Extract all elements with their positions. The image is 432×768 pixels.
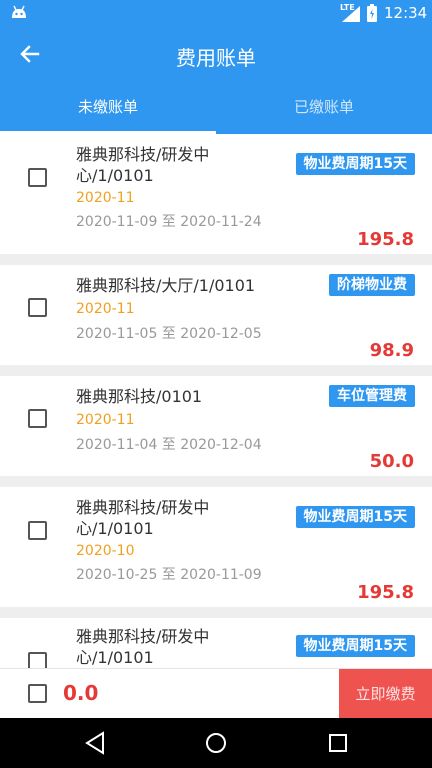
system-nav-bar	[0, 718, 432, 768]
bill-amount: 195.8	[357, 229, 414, 250]
bill-checkbox[interactable]	[28, 168, 47, 187]
total-amount: 0.0	[63, 681, 99, 705]
bill-location: 雅典那科技/研发中心/1/0101	[76, 145, 210, 185]
recents-square-icon[interactable]	[327, 731, 349, 755]
tab-paid[interactable]: 已缴账单	[216, 84, 432, 134]
bill-location: 雅典那科技/0101	[76, 387, 203, 406]
fee-type-badge: 物业费周期15天	[295, 506, 415, 528]
bill-date-range: 2020-10-25 至 2020-11-09	[76, 567, 262, 583]
bill-amount: 195.8	[357, 582, 414, 603]
bill-date-range: 2020-11-05 至 2020-12-05	[76, 326, 262, 342]
bill-period: 2020-11	[76, 190, 135, 206]
select-all-checkbox[interactable]	[28, 684, 47, 703]
bill-period: 2020-10	[76, 543, 135, 559]
signal-icon	[342, 6, 360, 22]
fee-type-badge: 阶梯物业费	[329, 274, 415, 296]
status-bar: LTE 12:34	[0, 0, 432, 26]
battery-icon	[367, 4, 377, 22]
bill-location: 雅典那科技/研发中心/1/0101	[76, 498, 210, 538]
bill-checkbox[interactable]	[28, 409, 47, 428]
back-triangle-icon[interactable]	[84, 731, 106, 755]
fee-type-badge: 物业费周期15天	[295, 635, 415, 657]
bill-date-range: 2020-11-09 至 2020-11-24	[76, 214, 262, 230]
bill-checkbox[interactable]	[28, 652, 47, 668]
app-bar: 费用账单	[0, 26, 432, 84]
bill-item[interactable]: 雅典那科技/研发中心/1/0101 2020-10 2020-10-25 至 2…	[0, 487, 432, 607]
bill-amount: 50.0	[369, 451, 414, 472]
bill-item[interactable]: 雅典那科技/0101 2020-11 2020-11-04 至 2020-12-…	[0, 376, 432, 476]
bill-item[interactable]: 雅典那科技/研发中心/1/0101 物业费周期15天	[0, 618, 432, 668]
bill-location: 雅典那科技/大厅/1/0101	[76, 276, 256, 295]
checkout-bar: 0.0 立即缴费	[0, 668, 432, 719]
page-title: 费用账单	[176, 46, 256, 70]
fee-type-badge: 物业费周期15天	[295, 153, 415, 175]
bill-date-range: 2020-11-04 至 2020-12-04	[76, 437, 262, 453]
bill-item[interactable]: 雅典那科技/研发中心/1/0101 2020-11 2020-11-09 至 2…	[0, 134, 432, 254]
bill-checkbox[interactable]	[28, 521, 47, 540]
bill-amount: 98.9	[369, 340, 414, 361]
tab-unpaid[interactable]: 未缴账单	[0, 84, 216, 134]
pay-now-button[interactable]: 立即缴费	[339, 669, 432, 719]
bill-list[interactable]: 雅典那科技/研发中心/1/0101 2020-11 2020-11-09 至 2…	[0, 134, 432, 668]
bill-item[interactable]: 雅典那科技/大厅/1/0101 2020-11 2020-11-05 至 202…	[0, 265, 432, 365]
bill-period: 2020-11	[76, 301, 135, 317]
bill-period: 2020-11	[76, 412, 135, 428]
clock: 12:34	[384, 4, 428, 22]
android-icon	[12, 5, 26, 18]
fee-type-badge: 车位管理费	[329, 385, 415, 407]
bill-checkbox[interactable]	[28, 298, 47, 317]
tab-bar: 未缴账单 已缴账单	[0, 84, 432, 134]
bill-location: 雅典那科技/研发中心/1/0101	[76, 627, 210, 667]
home-circle-icon[interactable]	[205, 731, 227, 755]
